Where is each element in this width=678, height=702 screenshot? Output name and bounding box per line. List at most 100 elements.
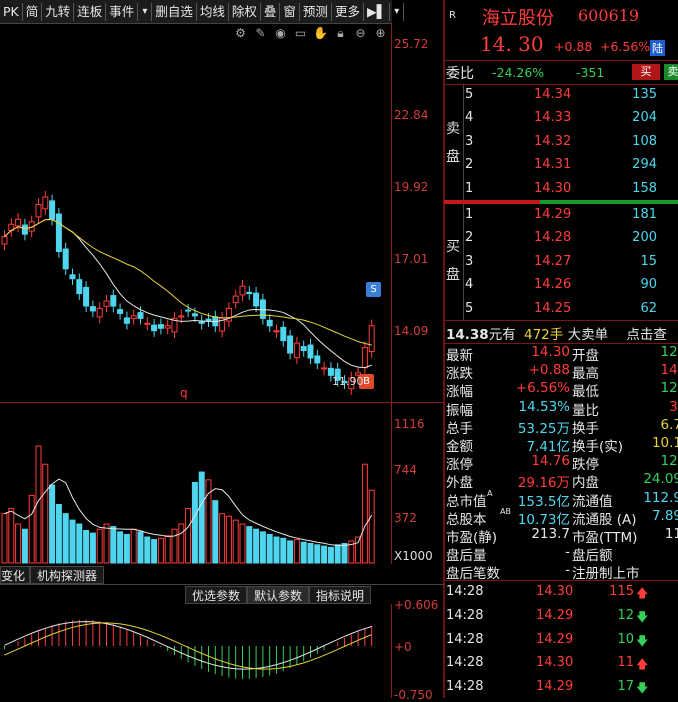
stat-value: 53.25万 xyxy=(517,420,570,437)
toolbar-item[interactable]: 均线 xyxy=(197,2,229,21)
toolbar-item[interactable]: 九转 xyxy=(42,2,75,21)
volume-bar xyxy=(1,513,8,564)
tab-change[interactable]: 变化 xyxy=(0,566,31,584)
toolbar-item[interactable]: 窗 xyxy=(280,2,300,21)
signal-s-marker[interactable]: S xyxy=(366,282,381,297)
superscript-a: A xyxy=(487,489,493,498)
candle-body xyxy=(69,274,76,280)
toolbar-item[interactable]: 简 xyxy=(23,2,43,21)
volume-bar xyxy=(49,484,56,564)
big-order-unit: 元有 xyxy=(488,327,516,343)
quick-sell-button[interactable]: 卖 xyxy=(664,64,678,80)
sell-order-row[interactable]: 2 14.31 294 xyxy=(446,154,678,177)
market-flag: R xyxy=(449,10,456,21)
stat-row: 涨跌+0.88最高14. xyxy=(446,362,678,382)
chart-toolbar: PK 简九转 连板 事件 ▾ 删自选 均线 除权叠窗预测 更多 ▶▌ ▾ xyxy=(0,0,405,24)
arrow-down-icon: 🡇 xyxy=(636,681,649,696)
volume-bar xyxy=(171,528,178,564)
candle-body xyxy=(96,307,103,318)
tab-indicator-help[interactable]: 指标说明 xyxy=(309,586,372,604)
tab-institution-detector[interactable]: 机构探测器 xyxy=(30,566,105,584)
volume-bar xyxy=(164,535,171,564)
book-divider xyxy=(444,320,678,321)
volume-bar xyxy=(293,539,300,564)
toolbar-item[interactable]: 连板 xyxy=(74,2,107,21)
stat-row: 盘后笔数 - 注册制上市 xyxy=(446,562,678,582)
volume-bar xyxy=(287,540,294,564)
stat-value: 112.9 xyxy=(643,489,678,506)
arrow-up-icon: 🡅 xyxy=(636,657,649,672)
buy-order-row[interactable]: 5 14.25 62 xyxy=(446,298,678,321)
toolbar-item[interactable]: 预测 xyxy=(300,2,332,21)
candle-body xyxy=(89,306,96,312)
toolbar-item[interactable]: 事件 xyxy=(106,2,139,21)
tab-default-params[interactable]: 默认参数 xyxy=(247,586,310,604)
sell-order-row[interactable]: 1 14.30 158 xyxy=(446,178,678,201)
order-volume: 200 xyxy=(632,230,657,246)
candle-body xyxy=(232,295,239,304)
candle-body xyxy=(49,200,56,220)
candle-body xyxy=(300,346,307,352)
kline-chart[interactable] xyxy=(0,24,391,402)
volume-axis-label: 1116 xyxy=(394,417,425,431)
indicator-chart[interactable] xyxy=(0,604,391,698)
toolbar-item[interactable]: PK xyxy=(0,2,23,21)
candle-body xyxy=(205,318,212,322)
big-order-link[interactable]: 点击查 xyxy=(626,327,667,343)
stat-value: 12. xyxy=(660,344,678,360)
volume-bar xyxy=(130,528,137,564)
buy-order-row[interactable]: 4 14.26 90 xyxy=(446,274,678,297)
candle-body xyxy=(117,309,124,314)
quick-buy-button[interactable]: 买 xyxy=(632,64,660,80)
volume-bar xyxy=(83,530,90,564)
tick-row: 14:28 14.29 17 🡇 xyxy=(446,676,678,699)
sell-order-row[interactable]: 4 14.33 204 xyxy=(446,107,678,130)
order-volume: 135 xyxy=(632,87,657,102)
volume-bar xyxy=(212,500,219,564)
stat-value: 3. xyxy=(669,398,678,415)
stat-value: 11 xyxy=(664,526,678,542)
buy-order-row[interactable]: 3 14.27 15 xyxy=(446,251,678,274)
candle-body xyxy=(246,291,253,295)
toolbar-item[interactable]: ▾ xyxy=(390,2,405,21)
volume-bar xyxy=(321,545,328,564)
volume-bar xyxy=(89,532,96,564)
panel-divider xyxy=(443,0,445,698)
candle-body xyxy=(83,286,90,307)
order-volume: 15 xyxy=(640,253,657,269)
candle-body xyxy=(110,295,117,307)
sell-order-row[interactable]: 3 14.32 108 xyxy=(446,131,678,154)
tick-volume: 11 xyxy=(617,655,634,671)
volume-chart[interactable] xyxy=(0,403,391,564)
stat-value: 14.76 xyxy=(531,453,570,470)
toolbar-item[interactable]: 更多 xyxy=(332,2,364,21)
volume-bar xyxy=(151,539,158,564)
tick-volume: 10 xyxy=(617,631,634,647)
candle-body xyxy=(35,203,42,218)
sell-order-row[interactable]: 5 14.34 135 xyxy=(446,84,678,107)
tab-optimal-params[interactable]: 优选参数 xyxy=(185,586,248,604)
volume-bar xyxy=(355,536,362,564)
hk-connect-badge: 陆 xyxy=(650,40,665,56)
big-order-row[interactable]: 14.38元有 472手 大卖单 点击查 xyxy=(446,323,678,343)
tick-row: 14:28 14.30 115 🡅 xyxy=(446,581,678,604)
stat-row: 振幅14.53%量比3. xyxy=(446,398,678,419)
buy-order-row[interactable]: 1 14.29 181 xyxy=(446,204,678,227)
candle-body xyxy=(62,248,69,270)
candle-body xyxy=(15,218,22,227)
candle-body xyxy=(21,224,28,235)
toolbar-item[interactable]: 删自选 xyxy=(152,2,197,21)
indicator-axis-label: -0.750 xyxy=(394,688,433,702)
buy-order-row[interactable]: 2 14.28 200 xyxy=(446,227,678,250)
toolbar-item[interactable]: ▾ xyxy=(138,2,153,21)
volume-bar xyxy=(191,481,198,564)
volume-bar xyxy=(225,515,232,564)
toolbar-item[interactable]: 除权 xyxy=(229,2,261,21)
candle-body xyxy=(287,335,294,354)
toolbar-item[interactable]: 叠 xyxy=(261,2,281,21)
price-axis-label: 17.01 xyxy=(394,252,429,266)
stat-value: 10.1 xyxy=(651,435,678,451)
stat-value: 14. xyxy=(660,362,678,379)
volume-axis-label: 744 xyxy=(394,463,417,477)
toolbar-item[interactable]: ▶▌ xyxy=(364,2,391,21)
